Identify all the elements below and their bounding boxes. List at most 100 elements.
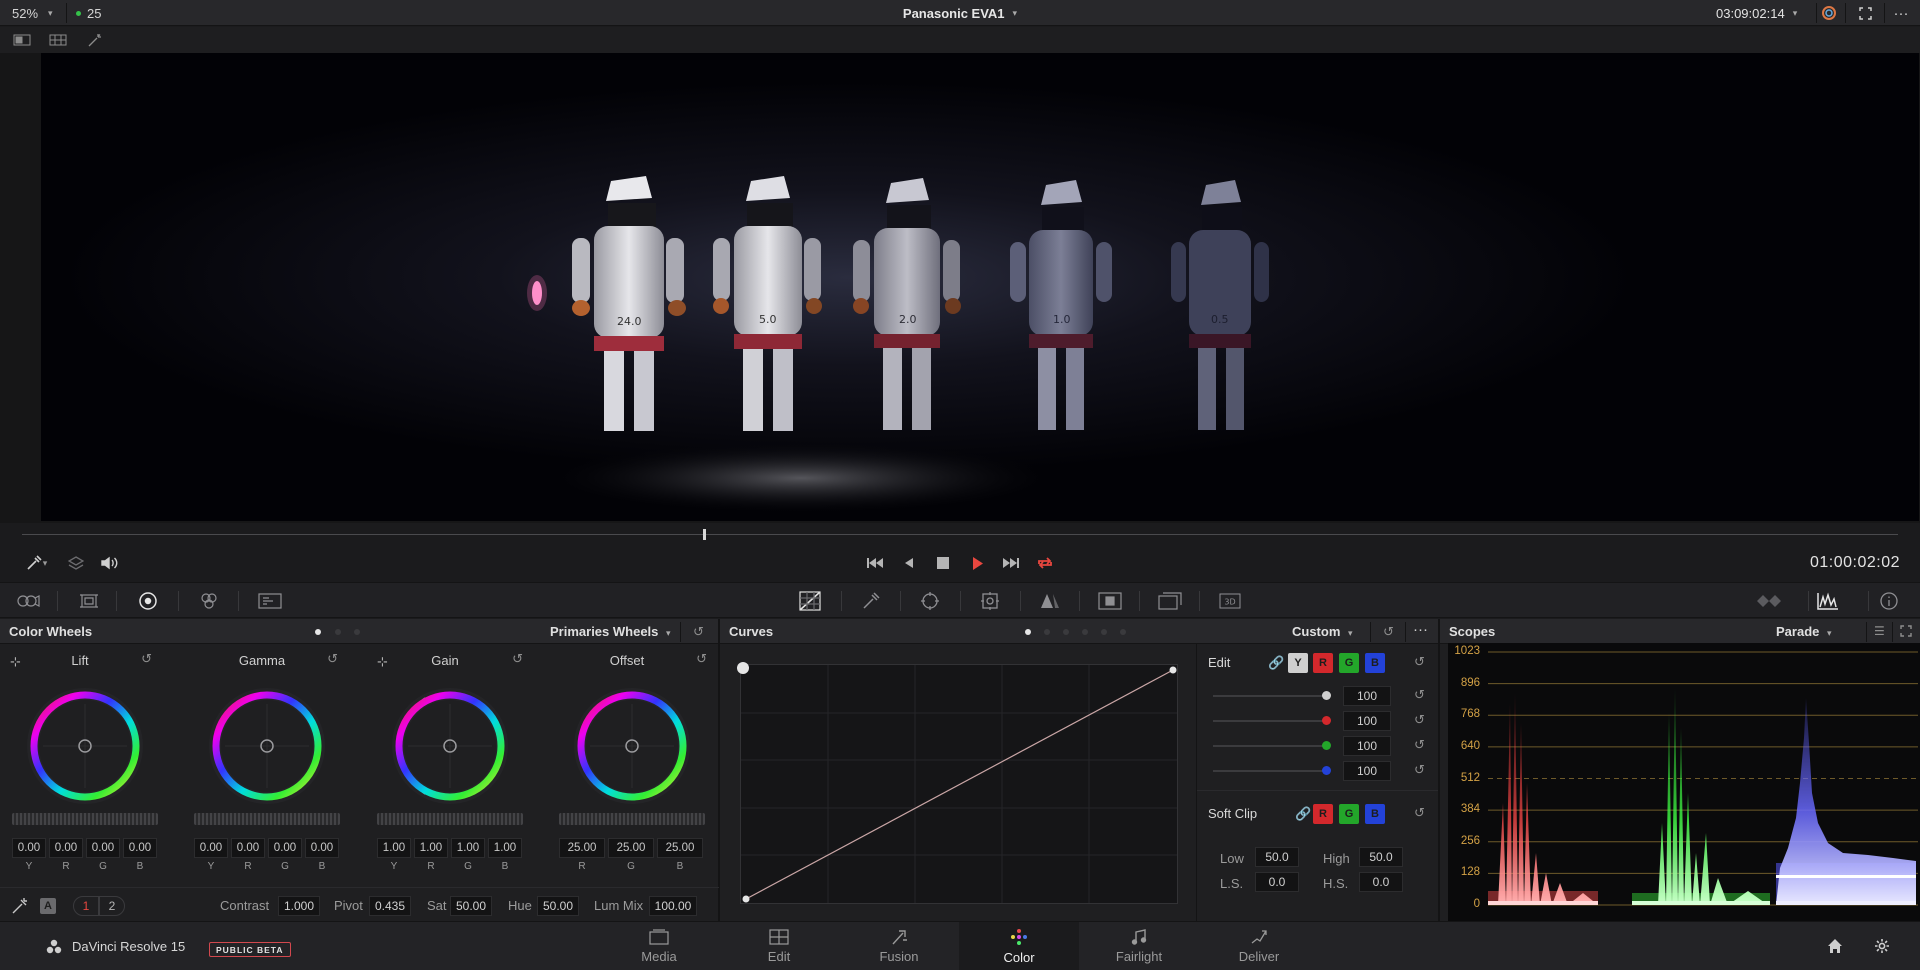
offset-color-wheel[interactable] <box>567 686 697 806</box>
offset-b-value[interactable]: 25.00 <box>657 838 703 858</box>
volume-icon[interactable] <box>95 546 123 580</box>
stop-button[interactable] <box>929 546 957 580</box>
gain-master-wheel[interactable] <box>377 813 523 825</box>
lift-y-value[interactable]: 0.00 <box>12 838 46 858</box>
video-frame[interactable]: 24.0 5.0 2.0 1.0 0.5 <box>41 53 1919 521</box>
reset-icon[interactable]: ↺ <box>1383 624 1394 640</box>
page-media[interactable]: Media <box>599 922 719 970</box>
reset-icon[interactable]: ↺ <box>141 651 152 667</box>
page-dot[interactable] <box>1063 629 1069 635</box>
g-intensity-field[interactable]: 100 <box>1343 736 1391 756</box>
curves-palette-icon[interactable] <box>797 589 823 613</box>
reset-icon[interactable]: ↺ <box>512 651 523 667</box>
chevron-down-icon[interactable]: ▾ <box>38 546 52 580</box>
link-icon[interactable]: 🔗 <box>1268 655 1284 671</box>
gain-color-wheel[interactable] <box>385 686 515 806</box>
page-dot[interactable] <box>1044 629 1050 635</box>
g-intensity-slider[interactable] <box>1213 745 1329 747</box>
gain-g-value[interactable]: 1.00 <box>451 838 485 858</box>
color-match-icon[interactable] <box>76 589 102 613</box>
camera-raw-icon[interactable] <box>15 589 41 613</box>
playhead[interactable] <box>703 529 706 540</box>
page-dot[interactable] <box>1120 629 1126 635</box>
hs-field[interactable]: 0.0 <box>1359 872 1403 892</box>
curve-start-handle[interactable] <box>737 662 749 674</box>
timeline-scrubber[interactable] <box>22 534 1898 535</box>
page-1-button[interactable]: 1 <box>73 896 99 916</box>
pivot-field[interactable]: 0.435 <box>369 896 411 916</box>
curve-point-white[interactable] <box>1169 666 1177 674</box>
lift-b-value[interactable]: 0.00 <box>123 838 157 858</box>
gamma-b-value[interactable]: 0.00 <box>305 838 339 858</box>
blur-icon[interactable] <box>1037 589 1063 613</box>
scope-settings-icon[interactable]: ☰ <box>1874 624 1885 638</box>
gamma-master-wheel[interactable] <box>194 813 340 825</box>
go-to-end-button[interactable] <box>997 546 1025 580</box>
page-dot[interactable] <box>335 629 341 635</box>
reset-icon[interactable]: ↺ <box>1414 737 1425 753</box>
lift-master-wheel[interactable] <box>12 813 158 825</box>
page-dot[interactable] <box>1025 629 1031 635</box>
page-dot[interactable] <box>315 629 321 635</box>
gallery-grid-icon[interactable] <box>47 31 69 49</box>
page-dot[interactable] <box>354 629 360 635</box>
reset-icon[interactable]: ↺ <box>1414 805 1425 821</box>
reset-icon[interactable]: ↺ <box>327 651 338 667</box>
sizing-icon[interactable] <box>1157 589 1183 613</box>
high-field[interactable]: 50.0 <box>1359 847 1403 867</box>
clip-name-dropdown[interactable]: Panasonic EVA1 ▾ <box>880 0 1040 26</box>
curves-mode-dropdown[interactable]: Custom ▾ <box>1292 624 1353 639</box>
curve-g-chip[interactable]: G <box>1339 653 1359 673</box>
page-color[interactable]: Color <box>959 922 1079 970</box>
go-to-start-button[interactable] <box>861 546 889 580</box>
page-edit[interactable]: Edit <box>719 922 839 970</box>
sat-field[interactable]: 50.00 <box>450 896 492 916</box>
r-intensity-slider[interactable] <box>1213 720 1329 722</box>
gamma-g-value[interactable]: 0.00 <box>268 838 302 858</box>
reset-icon[interactable]: ↺ <box>696 651 707 667</box>
keyframes-icon[interactable] <box>1756 589 1782 613</box>
hue-field[interactable]: 50.00 <box>537 896 579 916</box>
play-button[interactable] <box>963 546 991 580</box>
color-wheels-palette-icon[interactable] <box>135 589 161 613</box>
slider-knob[interactable] <box>1322 716 1331 725</box>
slider-knob[interactable] <box>1322 741 1331 750</box>
b-intensity-slider[interactable] <box>1213 770 1329 772</box>
key-icon[interactable] <box>1097 589 1123 613</box>
scopes-palette-icon[interactable] <box>1815 589 1841 613</box>
offset-r-value[interactable]: 25.00 <box>559 838 605 858</box>
ls-field[interactable]: 0.0 <box>1255 872 1299 892</box>
slider-knob[interactable] <box>1322 766 1331 775</box>
link-icon[interactable]: 🔗 <box>1295 806 1311 822</box>
gamma-r-value[interactable]: 0.00 <box>231 838 265 858</box>
curve-y-chip[interactable]: Y <box>1288 653 1308 673</box>
gamma-color-wheel[interactable] <box>202 686 332 806</box>
low-field[interactable]: 50.0 <box>1255 847 1299 867</box>
color-wheel-icon[interactable] <box>1818 0 1840 26</box>
y-intensity-slider[interactable] <box>1213 695 1329 697</box>
gain-r-value[interactable]: 1.00 <box>414 838 448 858</box>
tracker-icon[interactable] <box>977 589 1003 613</box>
fullscreen-icon[interactable] <box>1855 0 1875 26</box>
page-fusion[interactable]: Fusion <box>839 922 959 970</box>
contrast-field[interactable]: 1.000 <box>278 896 320 916</box>
curve-b-chip[interactable]: B <box>1365 653 1385 673</box>
scope-mode-dropdown[interactable]: Parade ▾ <box>1776 624 1832 639</box>
softclip-b-chip[interactable]: B <box>1365 804 1385 824</box>
page-dot[interactable] <box>1082 629 1088 635</box>
zoom-dropdown[interactable]: 52% ▾ <box>12 0 53 26</box>
reset-icon[interactable]: ↺ <box>1414 712 1425 728</box>
curve-point-black[interactable] <box>742 895 750 903</box>
offset-master-wheel[interactable] <box>559 813 705 825</box>
expand-icon[interactable] <box>1900 625 1912 640</box>
qualifier-picker-icon[interactable] <box>858 589 884 613</box>
3d-icon[interactable]: 3D <box>1217 589 1243 613</box>
lift-g-value[interactable]: 0.00 <box>86 838 120 858</box>
info-icon[interactable] <box>1876 589 1902 613</box>
home-icon[interactable] <box>1827 938 1843 957</box>
reverse-play-button[interactable] <box>895 546 923 580</box>
rgb-mixer-icon[interactable] <box>196 589 222 613</box>
softclip-r-chip[interactable]: R <box>1313 804 1333 824</box>
offset-g-value[interactable]: 25.00 <box>608 838 654 858</box>
motion-effects-icon[interactable] <box>257 589 283 613</box>
